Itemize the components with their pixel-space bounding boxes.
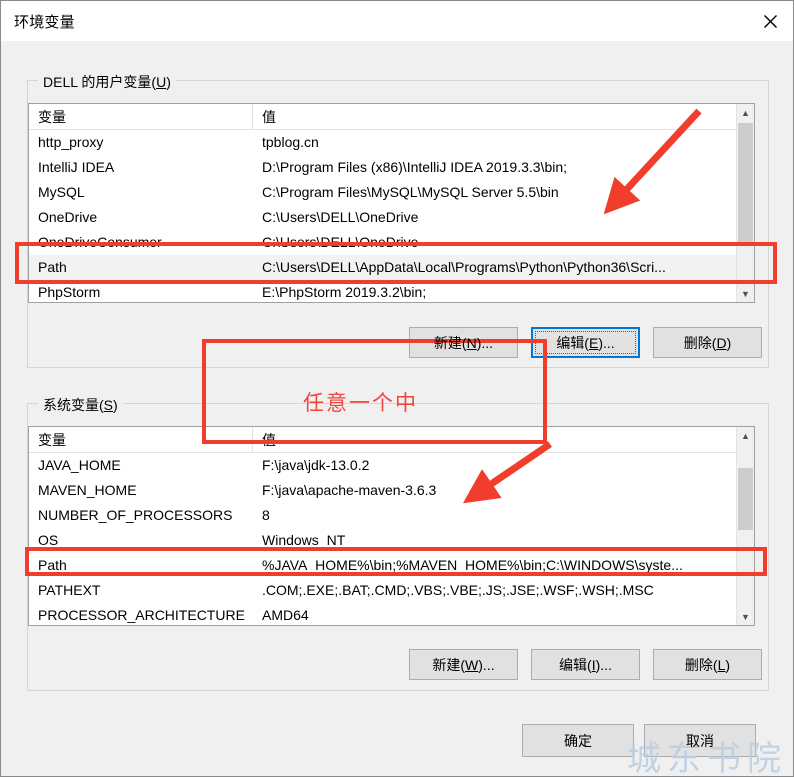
- cell-variable: OneDriveConsumer: [38, 234, 162, 250]
- cell-variable: PATHEXT: [38, 582, 101, 598]
- user-variables-list[interactable]: 变量 值 http_proxy tpblog.cn IntelliJ IDEA D:\…: [28, 103, 755, 303]
- user-variables-legend: DELL 的用户变量(U): [38, 72, 176, 92]
- cell-value: 8: [262, 507, 270, 523]
- user-edit-button[interactable]: 编辑(E)...: [531, 327, 640, 358]
- user-column-value[interactable]: 值: [253, 104, 754, 130]
- table-row[interactable]: MAVEN_HOME F:\java\apache-maven-3.6.3: [29, 478, 754, 503]
- table-row[interactable]: OS Windows_NT: [29, 528, 754, 553]
- user-delete-button[interactable]: 删除(D): [653, 327, 762, 358]
- cancel-label: 取消: [686, 732, 714, 749]
- cell-value: F:\java\apache-maven-3.6.3: [262, 482, 437, 498]
- table-row[interactable]: Path C:\Users\DELL\AppData\Local\Programs…: [29, 255, 754, 280]
- system-variables-legend: 系统变量(S): [38, 395, 123, 415]
- cell-variable: IntelliJ IDEA: [38, 159, 115, 175]
- scroll-up-icon[interactable]: ▲: [737, 104, 754, 121]
- cell-variable: http_proxy: [38, 134, 104, 150]
- cell-variable: MAVEN_HOME: [38, 482, 137, 498]
- table-row[interactable]: IntelliJ IDEA D:\Program Files (x86)\Inte…: [29, 155, 754, 180]
- cell-value: D:\Program Files (x86)\IntelliJ IDEA 201…: [262, 159, 568, 175]
- scroll-down-icon[interactable]: ▼: [737, 285, 754, 302]
- system-new-label: 新建(W)...: [432, 656, 495, 673]
- user-edit-label: 编辑(E)...: [556, 334, 615, 351]
- system-variables-accesskey: S: [103, 397, 114, 413]
- cell-value: Windows_NT: [262, 532, 346, 548]
- user-delete-label: 删除(D): [683, 334, 732, 351]
- cell-variable: NUMBER_OF_PROCESSORS: [38, 507, 233, 523]
- system-new-button[interactable]: 新建(W)...: [409, 649, 518, 680]
- cell-value: F:\java\jdk-13.0.2: [262, 457, 370, 473]
- user-list-rows: http_proxy tpblog.cn IntelliJ IDEA D:\Progr…: [29, 130, 754, 302]
- cell-variable: MySQL: [38, 184, 85, 200]
- window-title: 环境变量: [14, 14, 75, 31]
- cell-variable: Path: [38, 557, 67, 573]
- dialog-body: DELL 的用户变量(U) 变量 值 http_proxy tpblog.cn In…: [1, 41, 793, 776]
- table-row[interactable]: OneDrive C:\Users\DELL\OneDrive: [29, 205, 754, 230]
- cell-variable: JAVA_HOME: [38, 457, 121, 473]
- cell-value: E:\PhpStorm 2019.3.2\bin;: [262, 284, 427, 300]
- system-edit-label: 编辑(I)...: [559, 656, 612, 673]
- user-scroll-thumb[interactable]: [738, 123, 753, 245]
- user-new-button[interactable]: 新建(N)...: [409, 327, 518, 358]
- table-row[interactable]: NUMBER_OF_PROCESSORS 8: [29, 503, 754, 528]
- system-delete-label: 删除(L): [684, 656, 731, 673]
- cancel-button[interactable]: 取消: [644, 724, 756, 757]
- user-new-label: 新建(N)...: [433, 334, 494, 351]
- table-row[interactable]: MySQL C:\Program Files\MySQL\MySQL Server…: [29, 180, 754, 205]
- close-button[interactable]: [747, 1, 793, 41]
- cell-variable: OneDrive: [38, 209, 98, 225]
- user-list-scrollbar[interactable]: ▲ ▼: [736, 104, 754, 302]
- table-row[interactable]: Path %JAVA_HOME%\bin;%MAVEN_HOME%\bin;C:\…: [29, 553, 754, 578]
- system-edit-button[interactable]: 编辑(I)...: [531, 649, 640, 680]
- table-row[interactable]: PhpStorm E:\PhpStorm 2019.3.2\bin;: [29, 280, 754, 302]
- table-row[interactable]: PATHEXT .COM;.EXE;.BAT;.CMD;.VBS;.VBE;.JS…: [29, 578, 754, 603]
- scroll-down-icon[interactable]: ▼: [737, 608, 754, 625]
- cell-value: C:\Users\DELL\OneDrive: [262, 209, 419, 225]
- system-list-header: 变量 值: [29, 427, 754, 453]
- environment-variables-dialog: 环境变量 DELL 的用户变量(U) 变量 值 http_proxy tpblog…: [0, 0, 794, 777]
- cell-variable: Path: [38, 259, 67, 275]
- cell-variable: PROCESSOR_ARCHITECTURE: [38, 607, 245, 623]
- table-row[interactable]: OneDriveConsumer C:\Users\DELL\OneDrive: [29, 230, 754, 255]
- system-column-variable[interactable]: 变量: [29, 427, 253, 453]
- ok-label: 确定: [564, 732, 592, 749]
- user-column-variable[interactable]: 变量: [29, 104, 253, 130]
- scroll-up-icon[interactable]: ▲: [737, 427, 754, 444]
- system-delete-button[interactable]: 删除(L): [653, 649, 762, 680]
- cell-value: C:\Program Files\MySQL\MySQL Server 5.5\…: [262, 184, 559, 200]
- title-bar: 环境变量: [1, 1, 793, 41]
- cell-variable: OS: [38, 532, 59, 548]
- close-icon: [763, 14, 778, 29]
- table-row[interactable]: PROCESSOR_ARCHITECTURE AMD64: [29, 603, 754, 625]
- cell-value: C:\Users\DELL\AppData\Local\Programs\Pyt…: [262, 259, 666, 275]
- cell-value: AMD64: [262, 607, 309, 623]
- table-row[interactable]: http_proxy tpblog.cn: [29, 130, 754, 155]
- cell-value: %JAVA_HOME%\bin;%MAVEN_HOME%\bin;C:\WIND…: [262, 557, 683, 573]
- cell-value: C:\Users\DELL\OneDrive: [262, 234, 419, 250]
- table-row[interactable]: JAVA_HOME F:\java\jdk-13.0.2: [29, 453, 754, 478]
- system-variables-list[interactable]: 变量 值 JAVA_HOME F:\java\jdk-13.0.2 MAVEN_HO…: [28, 426, 755, 626]
- cell-variable: PhpStorm: [38, 284, 101, 300]
- cell-value: .COM;.EXE;.BAT;.CMD;.VBS;.VBE;.JS;.JSE;.…: [262, 582, 654, 598]
- ok-button[interactable]: 确定: [522, 724, 634, 757]
- system-column-value[interactable]: 值: [253, 427, 754, 453]
- user-list-header: 变量 值: [29, 104, 754, 130]
- system-list-scrollbar[interactable]: ▲ ▼: [736, 427, 754, 625]
- user-variables-accesskey: U: [156, 74, 167, 90]
- system-scroll-thumb[interactable]: [738, 468, 753, 530]
- cell-value: tpblog.cn: [262, 134, 319, 150]
- system-list-rows: JAVA_HOME F:\java\jdk-13.0.2 MAVEN_HOME F:\…: [29, 453, 754, 625]
